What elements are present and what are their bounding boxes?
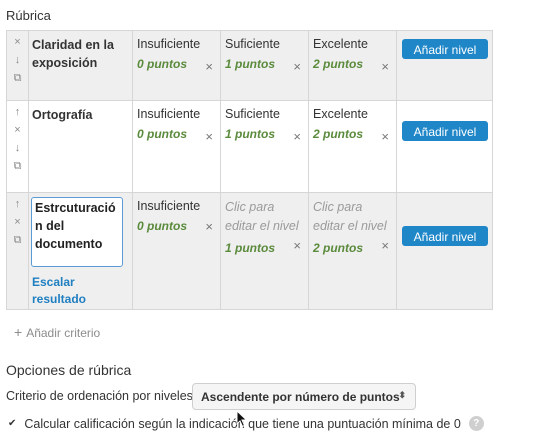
duplicate-icon[interactable]: ⧉	[14, 233, 22, 247]
delete-level-icon[interactable]: ×	[381, 129, 389, 144]
add-level-cell: Añadir nivel	[396, 30, 493, 101]
duplicate-icon[interactable]: ⧉	[14, 159, 22, 173]
criterion-description-field[interactable]: Estrcuturación del documento	[31, 197, 123, 267]
level-cell[interactable]: Clic para editar el nivel 2 puntos ×	[308, 192, 397, 310]
delete-level-icon[interactable]: ×	[293, 129, 301, 144]
delete-criterion-icon[interactable]: ×	[14, 35, 20, 49]
delete-criterion-icon[interactable]: ×	[14, 123, 20, 137]
delete-level-icon[interactable]: ×	[205, 219, 213, 234]
move-down-icon[interactable]: ↓	[15, 53, 21, 67]
move-up-icon[interactable]: ↑	[15, 105, 21, 119]
add-level-button[interactable]: Añadir nivel	[402, 226, 488, 246]
criterion-description[interactable]: Claridad en la exposición	[28, 30, 133, 101]
criterion-row: ↑ × ⧉ Estrcuturación del documento Escal…	[6, 192, 493, 310]
move-down-icon[interactable]: ↓	[15, 141, 21, 155]
delete-criterion-icon[interactable]: ×	[14, 215, 20, 229]
add-level-button[interactable]: Añadir nivel	[402, 39, 488, 59]
level-definition[interactable]: Excelente	[313, 106, 392, 122]
level-cell[interactable]: Insuficiente 0 puntos ×	[132, 100, 221, 193]
criterion-controls: ↑ × ↓ ⧉	[6, 100, 29, 193]
rubric-section-label: Rúbrica	[6, 8, 51, 23]
scale-result-link[interactable]: Escalar resultado	[29, 270, 132, 308]
rubric-options-title: Opciones de rúbrica	[6, 362, 132, 378]
level-points[interactable]: 1 puntos	[225, 127, 304, 141]
criterion-row: ↑ × ↓ ⧉ Ortografía Insuficiente 0 puntos…	[6, 100, 493, 193]
level-points[interactable]: 1 puntos	[225, 57, 304, 71]
move-up-icon[interactable]: ↑	[15, 197, 21, 211]
level-definition[interactable]: Insuficiente	[137, 106, 216, 122]
add-level-cell: Añadir nivel	[396, 100, 493, 193]
level-cell[interactable]: Clic para editar el nivel 1 puntos ×	[220, 192, 309, 310]
delete-level-icon[interactable]: ×	[381, 238, 389, 253]
duplicate-icon[interactable]: ⧉	[14, 71, 22, 85]
sort-order-select[interactable]: Ascendente por número de puntos ⬍	[192, 383, 416, 410]
add-level-button[interactable]: Añadir nivel	[402, 121, 488, 141]
level-definition-placeholder[interactable]: Clic para editar el nivel	[313, 198, 392, 236]
delete-level-icon[interactable]: ×	[293, 238, 301, 253]
select-caret-icon: ⬍	[398, 390, 406, 400]
level-definition[interactable]: Suficiente	[225, 36, 304, 52]
level-points[interactable]: 0 puntos	[137, 57, 216, 71]
level-cell[interactable]: Suficiente 1 puntos ×	[220, 100, 309, 193]
add-level-cell: Añadir nivel	[396, 192, 493, 310]
delete-level-icon[interactable]: ×	[205, 129, 213, 144]
level-points[interactable]: 0 puntos	[137, 127, 216, 141]
level-points[interactable]: 2 puntos	[313, 241, 392, 255]
criterion-text[interactable]: Ortografía	[29, 101, 132, 124]
criterion-text[interactable]: Claridad en la exposición	[29, 31, 132, 72]
level-points[interactable]: 2 puntos	[313, 127, 392, 141]
mouse-cursor-icon	[236, 410, 248, 428]
rubric-table: × ↓ ⧉ Claridad en la exposición Insufici…	[6, 30, 493, 310]
add-criterion-button[interactable]: + Añadir criterio	[14, 324, 100, 340]
level-definition[interactable]: Excelente	[313, 36, 392, 52]
add-criterion-label: Añadir criterio	[26, 326, 101, 340]
level-cell[interactable]: Excelente 2 puntos ×	[308, 100, 397, 193]
calc-checkbox[interactable]: ✔	[8, 418, 16, 429]
level-definition-placeholder[interactable]: Clic para editar el nivel	[225, 198, 304, 236]
level-definition[interactable]: Insuficiente	[137, 36, 216, 52]
level-points[interactable]: 1 puntos	[225, 241, 304, 255]
level-cell[interactable]: Excelente 2 puntos ×	[308, 30, 397, 101]
delete-level-icon[interactable]: ×	[205, 59, 213, 74]
sort-order-label: Criterio de ordenación por niveles:	[6, 389, 197, 403]
criterion-controls: × ↓ ⧉	[6, 30, 29, 101]
level-cell[interactable]: Suficiente 1 puntos ×	[220, 30, 309, 101]
criterion-description[interactable]: Estrcuturación del documento Escalar res…	[28, 192, 133, 310]
help-icon[interactable]: ?	[468, 416, 484, 431]
plus-icon: +	[14, 324, 23, 340]
level-definition[interactable]: Suficiente	[225, 106, 304, 122]
sort-order-value: Ascendente por número de puntos	[201, 390, 400, 404]
level-cell[interactable]: Insuficiente 0 puntos ×	[132, 30, 221, 101]
delete-level-icon[interactable]: ×	[293, 59, 301, 74]
criterion-controls: ↑ × ⧉	[6, 192, 29, 310]
delete-level-icon[interactable]: ×	[381, 59, 389, 74]
level-points[interactable]: 2 puntos	[313, 57, 392, 71]
level-definition[interactable]: Insuficiente	[137, 198, 216, 214]
criterion-description[interactable]: Ortografía	[28, 100, 133, 193]
level-points[interactable]: 0 puntos	[137, 219, 216, 233]
level-cell[interactable]: Insuficiente 0 puntos ×	[132, 192, 221, 310]
criterion-row: × ↓ ⧉ Claridad en la exposición Insufici…	[6, 30, 493, 101]
